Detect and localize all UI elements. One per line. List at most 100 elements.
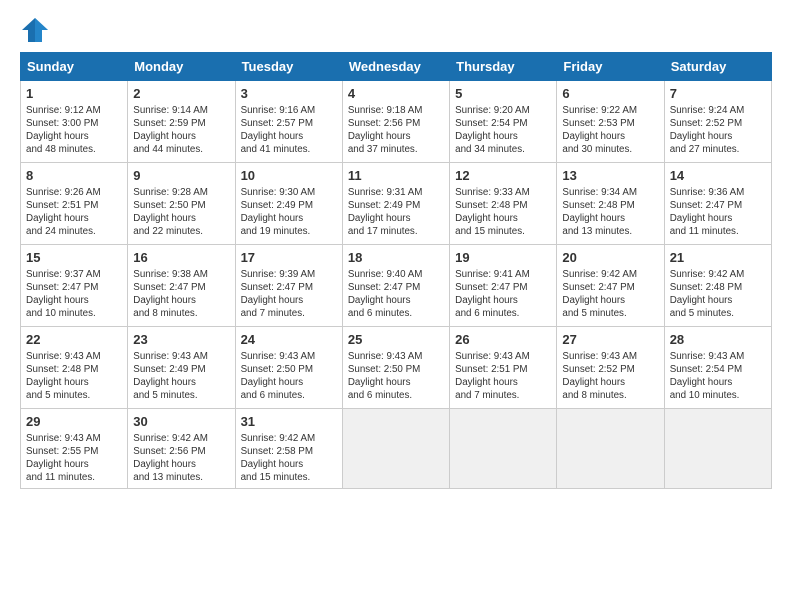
day-info: Sunrise: 9:38 AMSunset: 2:47 PMDaylight … [133,268,229,321]
day-info: Sunrise: 9:43 AMSunset: 2:48 PMDaylight … [26,350,122,403]
day-number: 19 [455,249,551,267]
day-number: 26 [455,331,551,349]
day-info: Sunrise: 9:26 AMSunset: 2:51 PMDaylight … [26,186,122,239]
day-number: 17 [241,249,337,267]
calendar-cell: 10Sunrise: 9:30 AMSunset: 2:49 PMDayligh… [235,163,342,245]
day-info: Sunrise: 9:41 AMSunset: 2:47 PMDaylight … [455,268,551,321]
day-info: Sunrise: 9:42 AMSunset: 2:58 PMDaylight … [241,432,337,485]
calendar-cell: 26Sunrise: 9:43 AMSunset: 2:51 PMDayligh… [450,327,557,409]
calendar-cell: 16Sunrise: 9:38 AMSunset: 2:47 PMDayligh… [128,245,235,327]
calendar-cell: 24Sunrise: 9:43 AMSunset: 2:50 PMDayligh… [235,327,342,409]
calendar-header-row: SundayMondayTuesdayWednesdayThursdayFrid… [21,53,772,81]
calendar-day-header: Saturday [664,53,771,81]
calendar-cell: 17Sunrise: 9:39 AMSunset: 2:47 PMDayligh… [235,245,342,327]
calendar-cell: 30Sunrise: 9:42 AMSunset: 2:56 PMDayligh… [128,409,235,489]
calendar-day-header: Thursday [450,53,557,81]
day-info: Sunrise: 9:42 AMSunset: 2:47 PMDaylight … [562,268,658,321]
day-number: 8 [26,167,122,185]
calendar-week-row: 8Sunrise: 9:26 AMSunset: 2:51 PMDaylight… [21,163,772,245]
calendar-cell: 14Sunrise: 9:36 AMSunset: 2:47 PMDayligh… [664,163,771,245]
day-number: 9 [133,167,229,185]
day-info: Sunrise: 9:36 AMSunset: 2:47 PMDaylight … [670,186,766,239]
day-number: 6 [562,85,658,103]
day-info: Sunrise: 9:43 AMSunset: 2:50 PMDaylight … [241,350,337,403]
day-number: 20 [562,249,658,267]
calendar-cell: 8Sunrise: 9:26 AMSunset: 2:51 PMDaylight… [21,163,128,245]
day-number: 10 [241,167,337,185]
day-info: Sunrise: 9:43 AMSunset: 2:54 PMDaylight … [670,350,766,403]
calendar-cell: 31Sunrise: 9:42 AMSunset: 2:58 PMDayligh… [235,409,342,489]
calendar-cell: 15Sunrise: 9:37 AMSunset: 2:47 PMDayligh… [21,245,128,327]
day-number: 21 [670,249,766,267]
calendar-cell: 5Sunrise: 9:20 AMSunset: 2:54 PMDaylight… [450,81,557,163]
day-info: Sunrise: 9:12 AMSunset: 3:00 PMDaylight … [26,104,122,157]
calendar-cell: 27Sunrise: 9:43 AMSunset: 2:52 PMDayligh… [557,327,664,409]
day-info: Sunrise: 9:33 AMSunset: 2:48 PMDaylight … [455,186,551,239]
day-info: Sunrise: 9:28 AMSunset: 2:50 PMDaylight … [133,186,229,239]
calendar-cell: 6Sunrise: 9:22 AMSunset: 2:53 PMDaylight… [557,81,664,163]
day-number: 2 [133,85,229,103]
calendar-cell: 19Sunrise: 9:41 AMSunset: 2:47 PMDayligh… [450,245,557,327]
day-info: Sunrise: 9:43 AMSunset: 2:51 PMDaylight … [455,350,551,403]
calendar-week-row: 15Sunrise: 9:37 AMSunset: 2:47 PMDayligh… [21,245,772,327]
day-info: Sunrise: 9:20 AMSunset: 2:54 PMDaylight … [455,104,551,157]
calendar-cell: 21Sunrise: 9:42 AMSunset: 2:48 PMDayligh… [664,245,771,327]
day-info: Sunrise: 9:34 AMSunset: 2:48 PMDaylight … [562,186,658,239]
day-number: 18 [348,249,444,267]
day-number: 16 [133,249,229,267]
calendar-cell [557,409,664,489]
calendar-day-header: Monday [128,53,235,81]
day-info: Sunrise: 9:31 AMSunset: 2:49 PMDaylight … [348,186,444,239]
calendar-cell: 2Sunrise: 9:14 AMSunset: 2:59 PMDaylight… [128,81,235,163]
day-info: Sunrise: 9:43 AMSunset: 2:50 PMDaylight … [348,350,444,403]
day-number: 15 [26,249,122,267]
calendar-week-row: 22Sunrise: 9:43 AMSunset: 2:48 PMDayligh… [21,327,772,409]
day-info: Sunrise: 9:37 AMSunset: 2:47 PMDaylight … [26,268,122,321]
calendar-cell: 4Sunrise: 9:18 AMSunset: 2:56 PMDaylight… [342,81,449,163]
header [20,16,772,44]
logo-icon [20,16,50,44]
day-info: Sunrise: 9:39 AMSunset: 2:47 PMDaylight … [241,268,337,321]
calendar-week-row: 1Sunrise: 9:12 AMSunset: 3:00 PMDaylight… [21,81,772,163]
day-info: Sunrise: 9:42 AMSunset: 2:48 PMDaylight … [670,268,766,321]
day-number: 31 [241,413,337,431]
day-number: 1 [26,85,122,103]
calendar-cell: 25Sunrise: 9:43 AMSunset: 2:50 PMDayligh… [342,327,449,409]
calendar-table: SundayMondayTuesdayWednesdayThursdayFrid… [20,52,772,489]
day-info: Sunrise: 9:22 AMSunset: 2:53 PMDaylight … [562,104,658,157]
calendar-cell: 23Sunrise: 9:43 AMSunset: 2:49 PMDayligh… [128,327,235,409]
day-info: Sunrise: 9:18 AMSunset: 2:56 PMDaylight … [348,104,444,157]
day-number: 27 [562,331,658,349]
day-number: 3 [241,85,337,103]
day-number: 23 [133,331,229,349]
day-info: Sunrise: 9:42 AMSunset: 2:56 PMDaylight … [133,432,229,485]
calendar-cell: 28Sunrise: 9:43 AMSunset: 2:54 PMDayligh… [664,327,771,409]
day-info: Sunrise: 9:24 AMSunset: 2:52 PMDaylight … [670,104,766,157]
day-number: 11 [348,167,444,185]
day-number: 24 [241,331,337,349]
day-info: Sunrise: 9:43 AMSunset: 2:55 PMDaylight … [26,432,122,485]
day-number: 14 [670,167,766,185]
day-info: Sunrise: 9:30 AMSunset: 2:49 PMDaylight … [241,186,337,239]
day-number: 13 [562,167,658,185]
page-container: SundayMondayTuesdayWednesdayThursdayFrid… [0,0,792,499]
day-number: 7 [670,85,766,103]
calendar-cell: 1Sunrise: 9:12 AMSunset: 3:00 PMDaylight… [21,81,128,163]
day-number: 28 [670,331,766,349]
day-number: 29 [26,413,122,431]
day-info: Sunrise: 9:40 AMSunset: 2:47 PMDaylight … [348,268,444,321]
day-info: Sunrise: 9:14 AMSunset: 2:59 PMDaylight … [133,104,229,157]
day-info: Sunrise: 9:16 AMSunset: 2:57 PMDaylight … [241,104,337,157]
calendar-day-header: Friday [557,53,664,81]
day-number: 4 [348,85,444,103]
day-number: 12 [455,167,551,185]
calendar-cell: 11Sunrise: 9:31 AMSunset: 2:49 PMDayligh… [342,163,449,245]
calendar-cell [342,409,449,489]
calendar-cell: 13Sunrise: 9:34 AMSunset: 2:48 PMDayligh… [557,163,664,245]
day-number: 5 [455,85,551,103]
calendar-cell: 9Sunrise: 9:28 AMSunset: 2:50 PMDaylight… [128,163,235,245]
calendar-cell [450,409,557,489]
calendar-week-row: 29Sunrise: 9:43 AMSunset: 2:55 PMDayligh… [21,409,772,489]
calendar-cell: 18Sunrise: 9:40 AMSunset: 2:47 PMDayligh… [342,245,449,327]
logo [20,16,54,44]
